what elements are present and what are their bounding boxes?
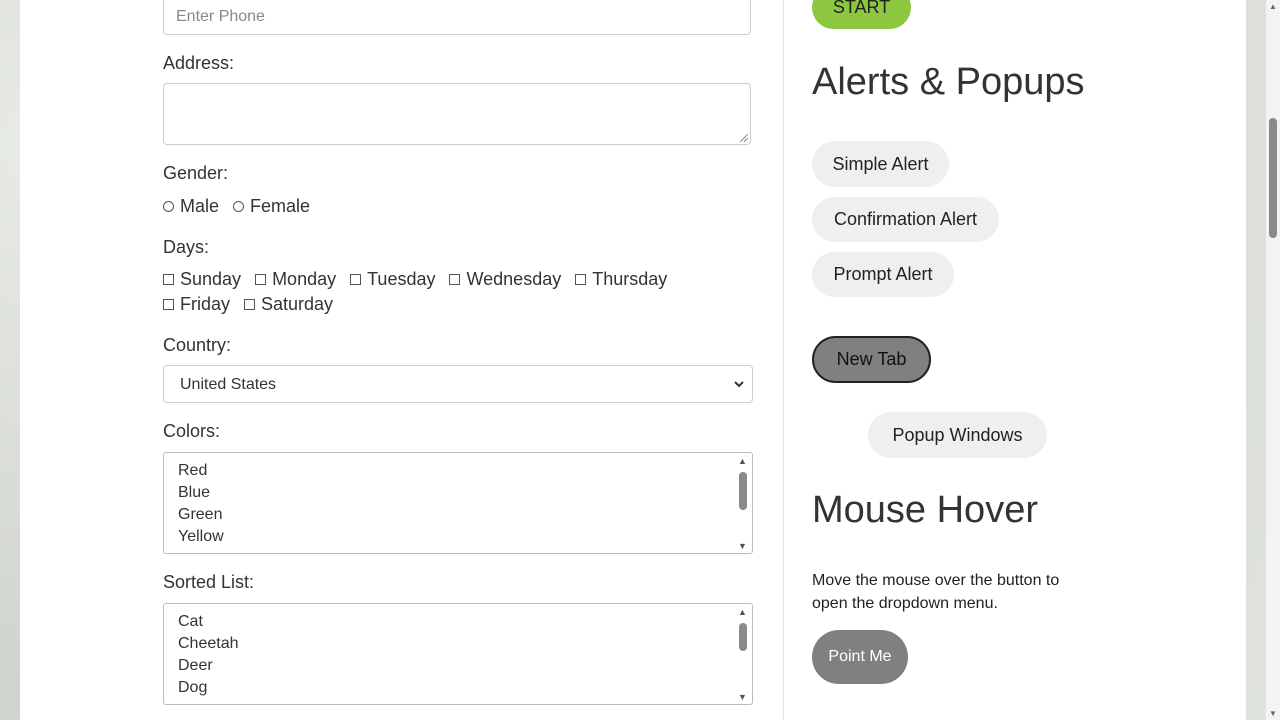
day-tuesday-label: Tuesday xyxy=(367,269,436,289)
start-button[interactable]: START xyxy=(812,0,911,29)
scroll-down-icon[interactable]: ▼ xyxy=(1269,709,1277,718)
scrollbar-thumb[interactable] xyxy=(739,623,747,651)
radio-female[interactable] xyxy=(233,201,245,212)
hover-instructions: Move the mouse over the button to open t… xyxy=(812,572,1060,612)
point-me-button[interactable]: Point Me xyxy=(812,630,908,684)
popup-windows-button[interactable]: Popup Windows xyxy=(868,412,1047,458)
checkbox-wednesday[interactable] xyxy=(449,274,461,285)
days-label: Days: xyxy=(163,237,210,257)
chevron-down-icon xyxy=(734,381,744,388)
day-friday-label: Friday xyxy=(180,294,231,314)
list-item[interactable]: Deer xyxy=(178,657,213,675)
checkbox-thursday[interactable] xyxy=(575,274,587,285)
sorted-scrollbar[interactable]: ▲ ▼ xyxy=(735,605,751,703)
checkbox-friday[interactable] xyxy=(163,299,174,310)
resize-handle-icon[interactable] xyxy=(740,134,748,142)
page-scrollbar[interactable]: ▲ ▼ xyxy=(1266,0,1280,720)
day-thursday-label: Thursday xyxy=(592,269,668,289)
day-saturday[interactable]: Saturday xyxy=(244,294,333,315)
day-saturday-label: Saturday xyxy=(261,294,334,314)
sorted-listbox[interactable]: Cat Cheetah Deer Dog ▲ ▼ xyxy=(163,603,753,705)
confirmation-alert-button[interactable]: Confirmation Alert xyxy=(812,197,999,242)
day-monday[interactable]: Monday xyxy=(255,269,336,290)
day-monday-label: Monday xyxy=(272,269,337,289)
day-friday[interactable]: Friday xyxy=(163,294,230,315)
days-row-1: Sunday Monday Tuesday Wednesday Thursday xyxy=(163,269,681,290)
phone-input[interactable]: Enter Phone xyxy=(163,0,751,35)
days-row-2: Friday Saturday xyxy=(163,294,347,315)
colors-listbox[interactable]: Red Blue Green Yellow ▲ ▼ xyxy=(163,452,753,554)
checkbox-monday[interactable] xyxy=(255,274,267,285)
scroll-down-icon[interactable]: ▼ xyxy=(738,541,747,551)
day-wednesday-label: Wednesday xyxy=(466,269,562,289)
checkbox-tuesday[interactable] xyxy=(350,274,362,285)
prompt-alert-button[interactable]: Prompt Alert xyxy=(812,252,954,297)
gender-options: Male Female xyxy=(163,196,324,217)
scroll-down-icon[interactable]: ▼ xyxy=(738,692,747,702)
address-label: Address: xyxy=(163,53,235,73)
page-content: Enter Phone Address: Gender: Male Female… xyxy=(20,0,1246,720)
new-tab-button[interactable]: New Tab xyxy=(812,336,931,383)
phone-placeholder: Enter Phone xyxy=(176,8,265,25)
scroll-up-icon[interactable]: ▲ xyxy=(738,456,747,466)
day-tuesday[interactable]: Tuesday xyxy=(350,269,435,290)
list-item[interactable]: Cheetah xyxy=(178,635,239,653)
day-sunday-label: Sunday xyxy=(180,269,242,289)
gender-female-label: Female xyxy=(250,196,311,216)
list-item[interactable]: Blue xyxy=(178,484,210,502)
list-item[interactable]: Cat xyxy=(178,613,203,631)
country-label: Country: xyxy=(163,335,232,355)
mouse-hover-heading: Mouse Hover xyxy=(812,489,1038,531)
gender-label: Gender: xyxy=(163,163,229,183)
gender-female-option[interactable]: Female xyxy=(233,196,310,217)
checkbox-saturday[interactable] xyxy=(244,299,256,310)
list-item[interactable]: Red xyxy=(178,462,207,480)
day-wednesday[interactable]: Wednesday xyxy=(449,269,561,290)
scroll-up-icon[interactable]: ▲ xyxy=(1269,2,1277,11)
country-select[interactable]: United States xyxy=(163,365,753,403)
day-thursday[interactable]: Thursday xyxy=(575,269,667,290)
simple-alert-button[interactable]: Simple Alert xyxy=(812,141,949,187)
scroll-up-icon[interactable]: ▲ xyxy=(738,607,747,617)
colors-label: Colors: xyxy=(163,421,221,441)
list-item[interactable]: Dog xyxy=(178,679,207,697)
checkbox-sunday[interactable] xyxy=(163,274,174,285)
list-item[interactable]: Yellow xyxy=(178,528,224,546)
colors-scrollbar[interactable]: ▲ ▼ xyxy=(735,454,751,552)
day-sunday[interactable]: Sunday xyxy=(163,269,241,290)
gender-male-label: Male xyxy=(180,196,220,216)
radio-male[interactable] xyxy=(163,201,174,212)
scrollbar-thumb[interactable] xyxy=(739,472,747,510)
address-textarea[interactable] xyxy=(163,83,751,145)
column-divider xyxy=(783,0,784,720)
gender-male-option[interactable]: Male xyxy=(163,196,219,217)
page-scrollbar-thumb[interactable] xyxy=(1269,118,1277,238)
list-item[interactable]: Green xyxy=(178,506,222,524)
alerts-heading: Alerts & Popups xyxy=(812,61,1085,103)
sorted-list-label: Sorted List: xyxy=(163,572,255,592)
country-selected-value: United States xyxy=(180,376,277,393)
